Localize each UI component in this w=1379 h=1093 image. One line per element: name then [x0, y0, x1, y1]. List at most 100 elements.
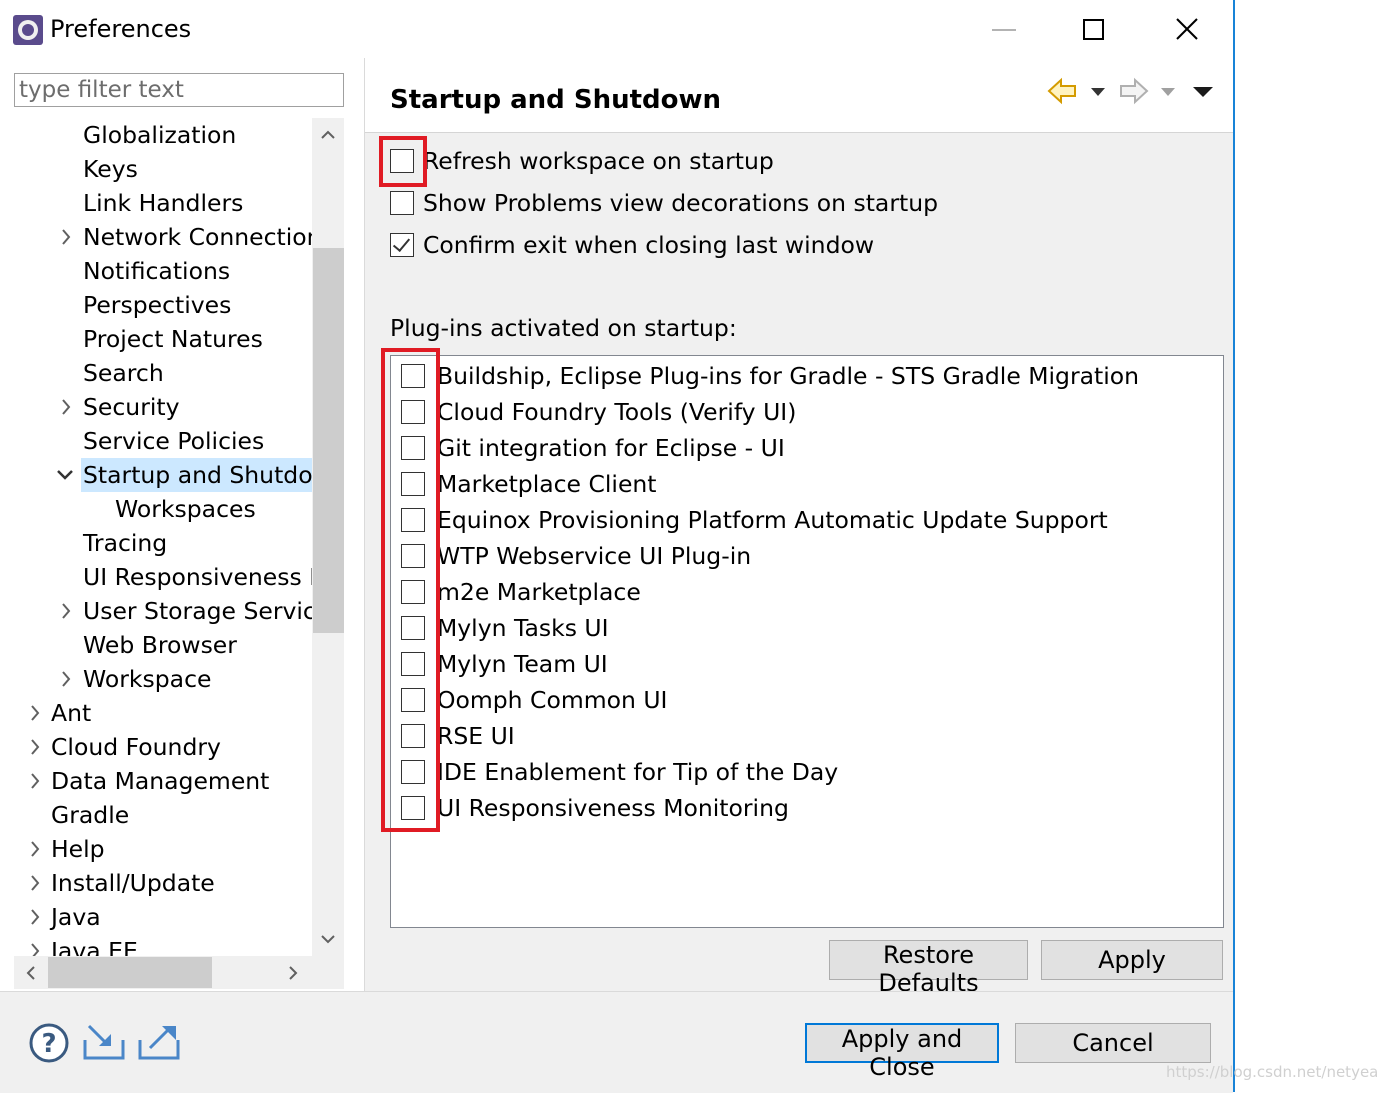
plugin-label: Git integration for Eclipse - UI	[437, 434, 785, 462]
tree-item[interactable]: Startup and Shutdown	[57, 458, 312, 492]
preferences-navigation-pane: Globalization Keys Link Handlers Network Co…	[0, 58, 364, 991]
tree-item-label: Java	[51, 903, 101, 931]
maximize-button[interactable]	[1048, 0, 1140, 58]
plugin-label: Oomph Common UI	[437, 686, 668, 714]
tree-item-label: Install/Update	[51, 869, 215, 897]
highlight-box-plugins	[381, 348, 440, 832]
tree-item-label: Tracing	[83, 529, 168, 557]
tree-item[interactable]: Web Browser	[14, 628, 312, 662]
tree-item-label: Gradle	[51, 801, 130, 829]
tree-item[interactable]: Perspectives	[14, 288, 312, 322]
cancel-button[interactable]: Cancel	[1015, 1023, 1211, 1063]
tree-item[interactable]: User Storage Service	[14, 594, 312, 628]
tree-item-label: Globalization	[83, 121, 237, 149]
tree-item[interactable]: Ant	[14, 696, 312, 730]
plugin-label: Mylyn Team UI	[437, 650, 608, 678]
checkbox-label: Confirm exit when closing last window	[423, 231, 875, 259]
close-button[interactable]	[1141, 0, 1233, 58]
restore-defaults-button[interactable]: Restore Defaults	[829, 940, 1028, 997]
tree-vertical-scrollbar[interactable]	[312, 118, 344, 961]
tree-item[interactable]: Network Connection	[14, 220, 312, 254]
preference-page: Startup and Shutdown Refresh workspace o…	[365, 58, 1233, 997]
minimize-button[interactable]	[958, 0, 1050, 58]
page-header: Startup and Shutdown	[365, 58, 1233, 133]
tree-item[interactable]: Gradle	[14, 798, 312, 832]
tree-item[interactable]: Link Handlers	[14, 186, 312, 220]
tree-item-label: UI Responsiveness M	[83, 563, 312, 591]
tree-item[interactable]: Service Policies	[14, 424, 312, 458]
chevron-right-icon[interactable]	[28, 832, 48, 866]
tree-item[interactable]: Globalization	[14, 118, 312, 152]
chevron-right-icon[interactable]	[59, 662, 79, 696]
help-icon[interactable]: ?	[28, 1022, 70, 1064]
tree-horizontal-scrollbar[interactable]	[14, 956, 344, 989]
back-arrow-icon[interactable]	[1047, 74, 1077, 108]
tree-item[interactable]: Data Management	[14, 764, 312, 798]
plugin-label: Mylyn Tasks UI	[437, 614, 609, 642]
tree-item[interactable]: Install/Update	[14, 866, 312, 900]
tree-item[interactable]: Workspaces	[14, 492, 312, 526]
chevron-right-icon[interactable]	[28, 866, 48, 900]
tree-item-label: Ant	[51, 699, 92, 727]
plugin-label: m2e Marketplace	[437, 578, 641, 606]
tree-item-label: Workspaces	[115, 495, 256, 523]
preferences-tree: Globalization Keys Link Handlers Network Co…	[14, 118, 312, 961]
back-history-dropdown-icon[interactable]	[1089, 74, 1107, 108]
chevron-right-icon[interactable]	[59, 220, 79, 254]
chevron-right-icon[interactable]	[28, 730, 48, 764]
tree-item-label: Cloud Foundry	[51, 733, 221, 761]
plugin-label: Buildship, Eclipse Plug-ins for Gradle -…	[437, 362, 1140, 390]
checkbox[interactable]	[390, 191, 414, 215]
tree-item[interactable]: Help	[14, 832, 312, 866]
tree-item-label: Perspectives	[83, 291, 232, 319]
scroll-right-arrow-icon[interactable]	[288, 966, 298, 980]
tree-item[interactable]: Workspace	[14, 662, 312, 696]
scroll-down-arrow-icon[interactable]	[321, 934, 335, 944]
plugin-label: UI Responsiveness Monitoring	[437, 794, 789, 822]
horizontal-scroll-thumb[interactable]	[48, 957, 212, 988]
scroll-left-arrow-icon[interactable]	[26, 966, 36, 980]
tree-item[interactable]: Java	[14, 900, 312, 934]
tree-item-label: Link Handlers	[83, 189, 244, 217]
tree-item-label: Search	[83, 359, 164, 387]
checkbox[interactable]	[390, 233, 414, 257]
chevron-right-icon[interactable]	[59, 594, 79, 628]
vertical-scroll-thumb[interactable]	[313, 248, 344, 633]
tree-item[interactable]: Tracing	[14, 526, 312, 560]
tree-item-label: Network Connection	[83, 223, 312, 251]
tree-item[interactable]: Cloud Foundry	[14, 730, 312, 764]
scroll-up-arrow-icon[interactable]	[321, 130, 335, 140]
apply-button[interactable]: Apply	[1041, 940, 1223, 980]
plugin-label: Equinox Provisioning Platform Automatic …	[437, 506, 1108, 534]
forward-history-dropdown-icon[interactable]	[1159, 74, 1177, 108]
filter-input[interactable]	[14, 73, 344, 107]
chevron-right-icon[interactable]	[59, 390, 79, 424]
apply-and-close-button[interactable]: Apply and Close	[805, 1023, 999, 1081]
tree-item-label: Service Policies	[83, 427, 265, 455]
tree-item[interactable]: Project Natures	[14, 322, 312, 356]
minimize-icon	[992, 29, 1016, 31]
tree-item-label: Help	[51, 835, 105, 863]
checkbox-label: Show Problems view decorations on startu…	[423, 189, 939, 217]
import-icon[interactable]	[81, 1022, 127, 1064]
chevron-right-icon[interactable]	[28, 764, 48, 798]
chevron-right-icon[interactable]	[28, 696, 48, 730]
close-icon	[1176, 18, 1198, 40]
export-icon[interactable]	[136, 1022, 182, 1064]
tree-item[interactable]: Search	[14, 356, 312, 390]
tree-item[interactable]: Security	[14, 390, 312, 424]
tree-item[interactable]: UI Responsiveness M	[14, 560, 312, 594]
forward-arrow-icon[interactable]	[1119, 74, 1149, 108]
plugin-label: Cloud Foundry Tools (Verify UI)	[437, 398, 797, 426]
view-menu-icon[interactable]	[1191, 74, 1215, 108]
chevron-down-icon[interactable]	[55, 458, 75, 492]
dialog-button-bar: ? Apply and Close Cancel	[0, 991, 1233, 1093]
tree-item[interactable]: Keys	[14, 152, 312, 186]
chevron-right-icon[interactable]	[28, 900, 48, 934]
plugin-label: IDE Enablement for Tip of the Day	[437, 758, 839, 786]
highlight-box-refresh	[379, 136, 427, 187]
tree-item-label: Workspace	[83, 665, 212, 693]
tree-item[interactable]: Notifications	[14, 254, 312, 288]
plugin-label: RSE UI	[437, 722, 515, 750]
page-title: Startup and Shutdown	[390, 85, 722, 115]
